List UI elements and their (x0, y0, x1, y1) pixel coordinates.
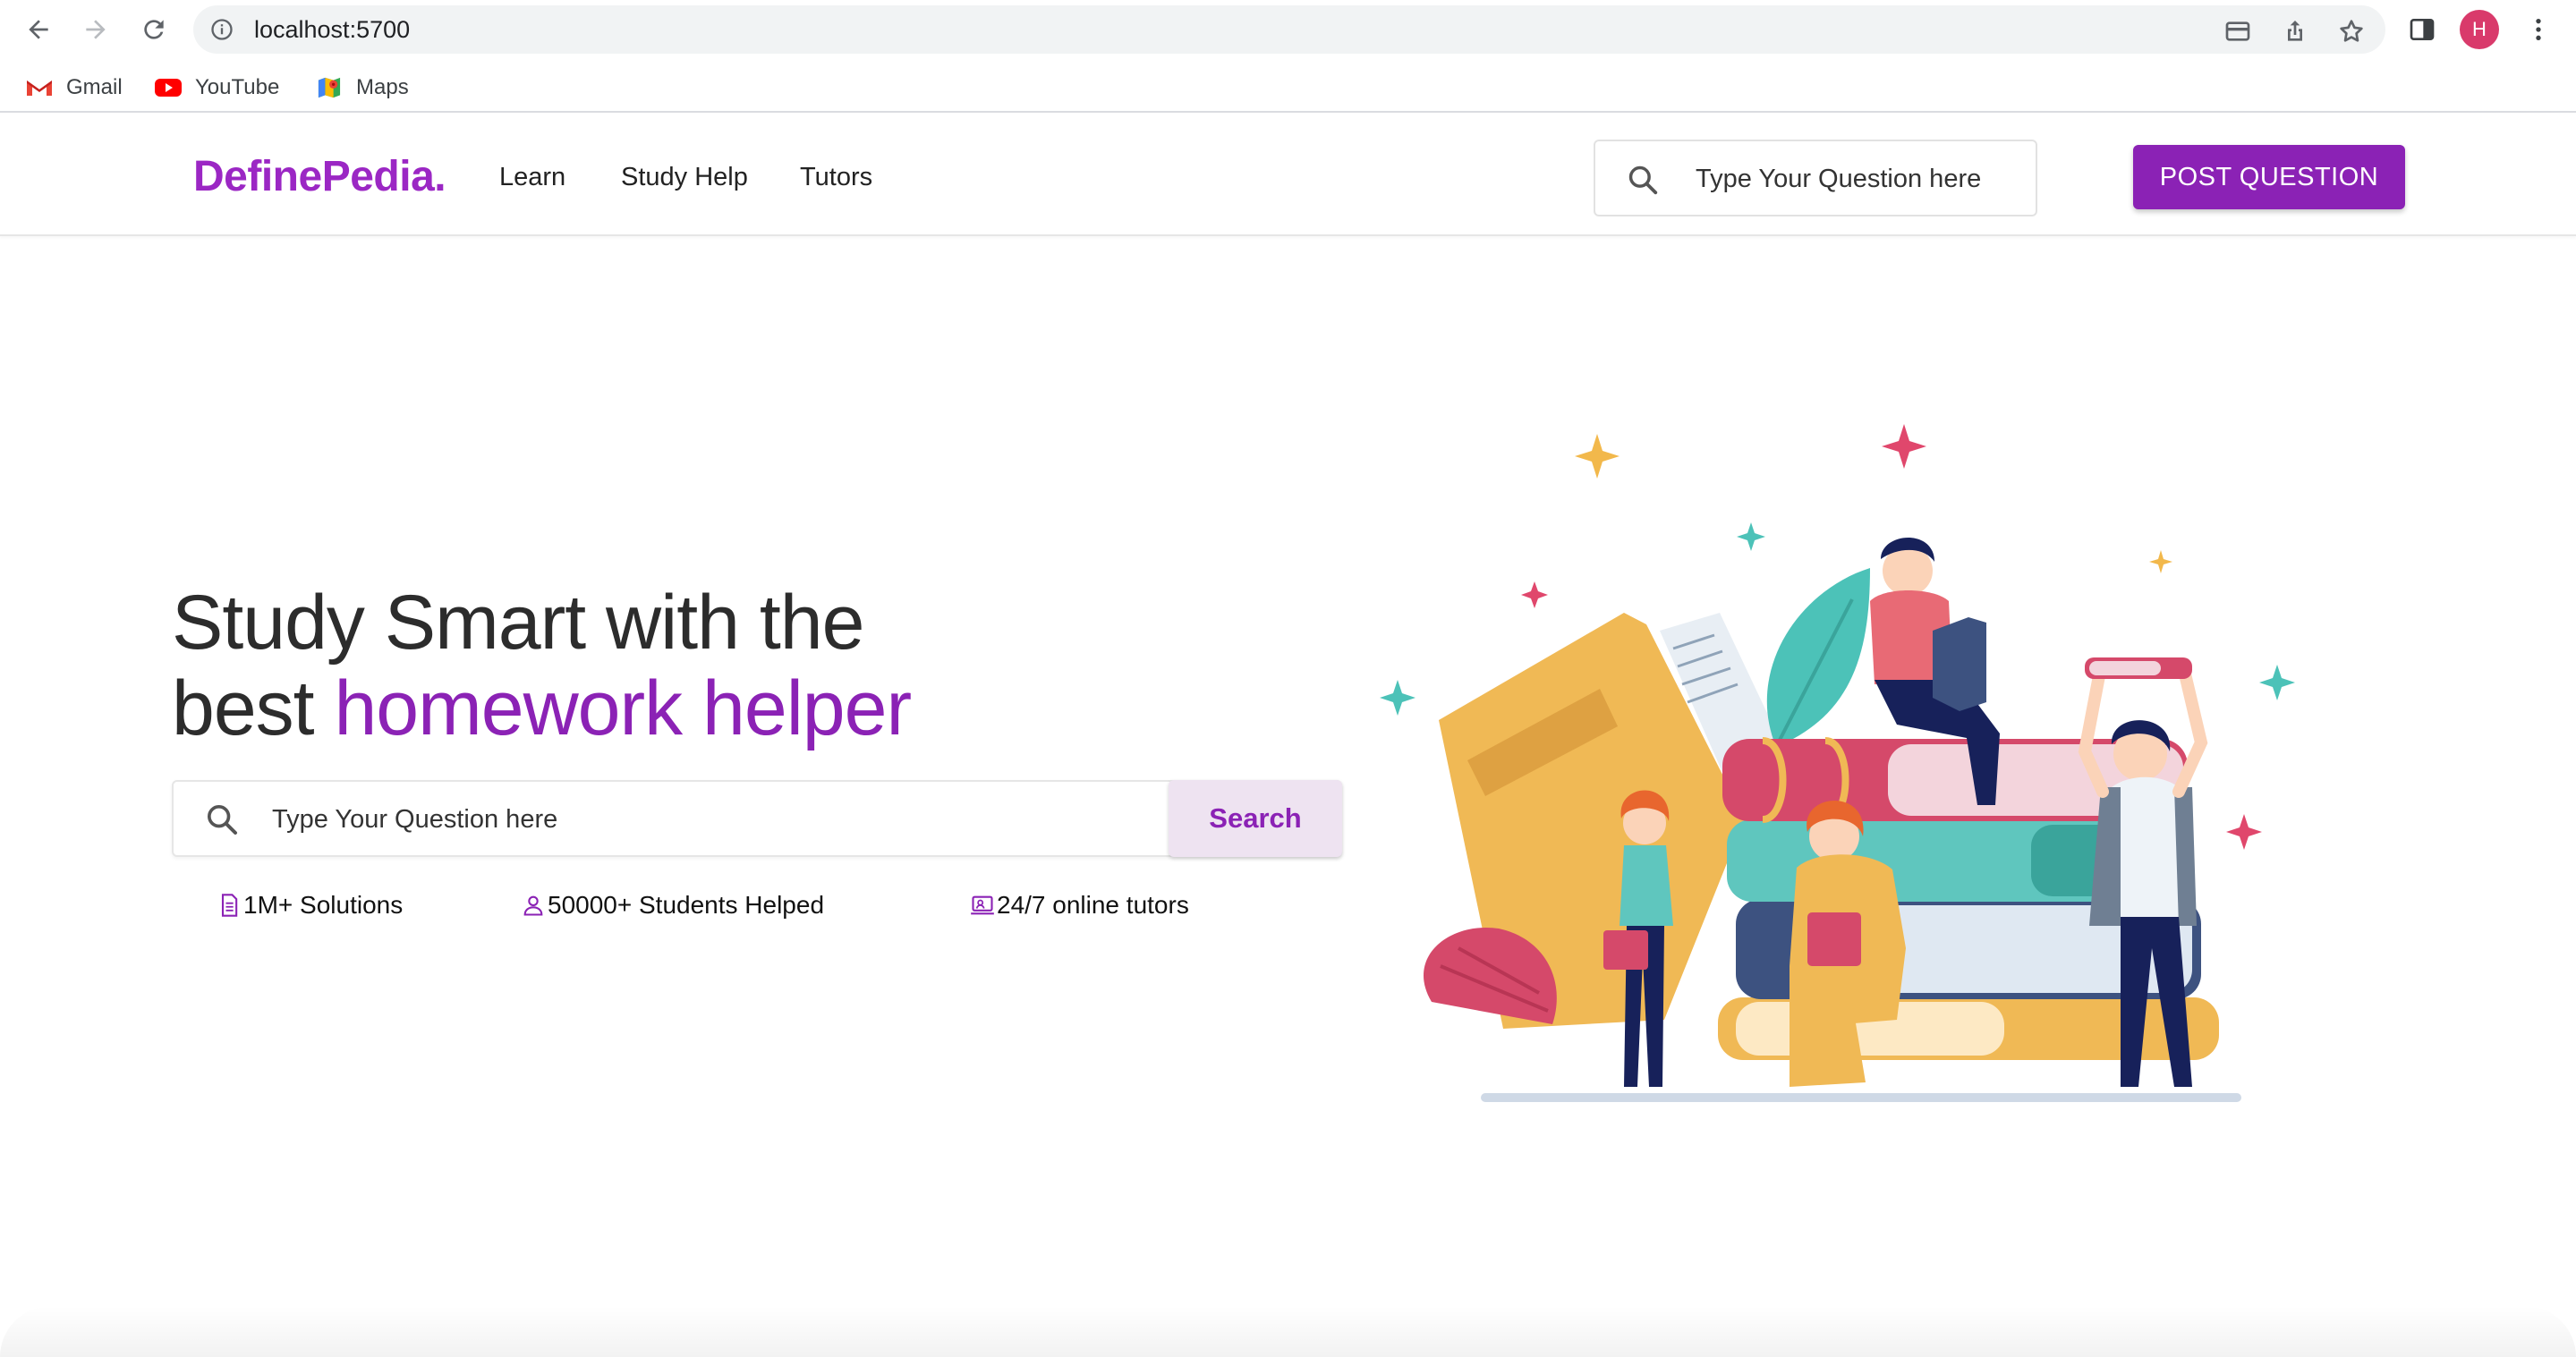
back-button[interactable] (20, 11, 57, 48)
reload-button[interactable] (135, 11, 173, 48)
hero-search-input[interactable] (272, 798, 1256, 841)
youtube-icon (155, 79, 182, 97)
hero-illustration (1380, 424, 2295, 1102)
side-panel-button[interactable] (2403, 11, 2441, 48)
header-search-input[interactable] (1696, 157, 2018, 200)
header-search-box (1594, 140, 2037, 216)
hero-title-line2: best (172, 666, 335, 751)
bookmark-label: Gmail (66, 75, 123, 99)
browser-menu-button[interactable] (2520, 11, 2557, 48)
hero-search-box (172, 780, 1342, 857)
stat-tutors: 24/7 online tutors (970, 889, 1189, 921)
bookmarks-bar: Gmail YouTube Maps (0, 63, 2576, 113)
post-question-button[interactable]: POST QUESTION (2133, 145, 2405, 209)
maps-icon (318, 77, 341, 98)
share-icon[interactable] (2281, 17, 2309, 46)
hero-title-accent: homework helper (334, 666, 912, 751)
bookmark-maps[interactable]: Maps (315, 72, 409, 104)
site-logo[interactable]: DefinePedia. (193, 152, 446, 201)
site-info-icon[interactable] (209, 17, 234, 42)
site-header: DefinePedia. Learn Study Help Tutors POS… (0, 122, 2576, 236)
back-arrow-icon (29, 20, 48, 39)
hero-title-line1: Study Smart with the (172, 580, 864, 666)
stat-label: 50000+ Students Helped (548, 891, 825, 919)
hero-search-button[interactable]: Search (1169, 780, 1342, 857)
hero-title: Study Smart with the best homework helpe… (172, 580, 1067, 751)
laptop-tutor-icon (971, 895, 994, 915)
forward-arrow-icon (86, 20, 106, 39)
bookmark-star-icon[interactable] (2337, 17, 2366, 46)
stat-students: 50000+ Students Helped (521, 889, 824, 921)
card-icon[interactable] (2223, 17, 2252, 46)
side-panel-icon (2410, 19, 2435, 40)
more-vertical-icon (2536, 19, 2541, 40)
forward-button[interactable] (77, 11, 115, 48)
profile-avatar[interactable]: H (2460, 10, 2499, 49)
search-icon (1628, 165, 1658, 195)
bookmark-youtube[interactable]: YouTube (154, 72, 279, 104)
bookmark-label: YouTube (195, 75, 280, 99)
stat-label: 24/7 online tutors (997, 891, 1189, 919)
bottom-fade (0, 1306, 2576, 1357)
gmail-icon (27, 81, 52, 96)
address-bar[interactable]: localhost:5700 (193, 5, 2385, 54)
document-icon (221, 894, 238, 917)
bookmark-label: Maps (356, 75, 409, 99)
stat-solutions: 1M+ Solutions (217, 889, 403, 921)
nav-tutors[interactable]: Tutors (800, 163, 872, 192)
url-text: localhost:5700 (254, 16, 411, 43)
stat-label: 1M+ Solutions (243, 891, 404, 919)
browser-toolbar: localhost:5700 H (0, 0, 2576, 59)
nav-study-help[interactable]: Study Help (621, 163, 748, 192)
bookmark-gmail[interactable]: Gmail (25, 72, 123, 104)
person-icon (523, 895, 543, 916)
search-icon (208, 805, 237, 835)
nav-learn[interactable]: Learn (499, 163, 565, 192)
reload-icon (144, 20, 164, 39)
